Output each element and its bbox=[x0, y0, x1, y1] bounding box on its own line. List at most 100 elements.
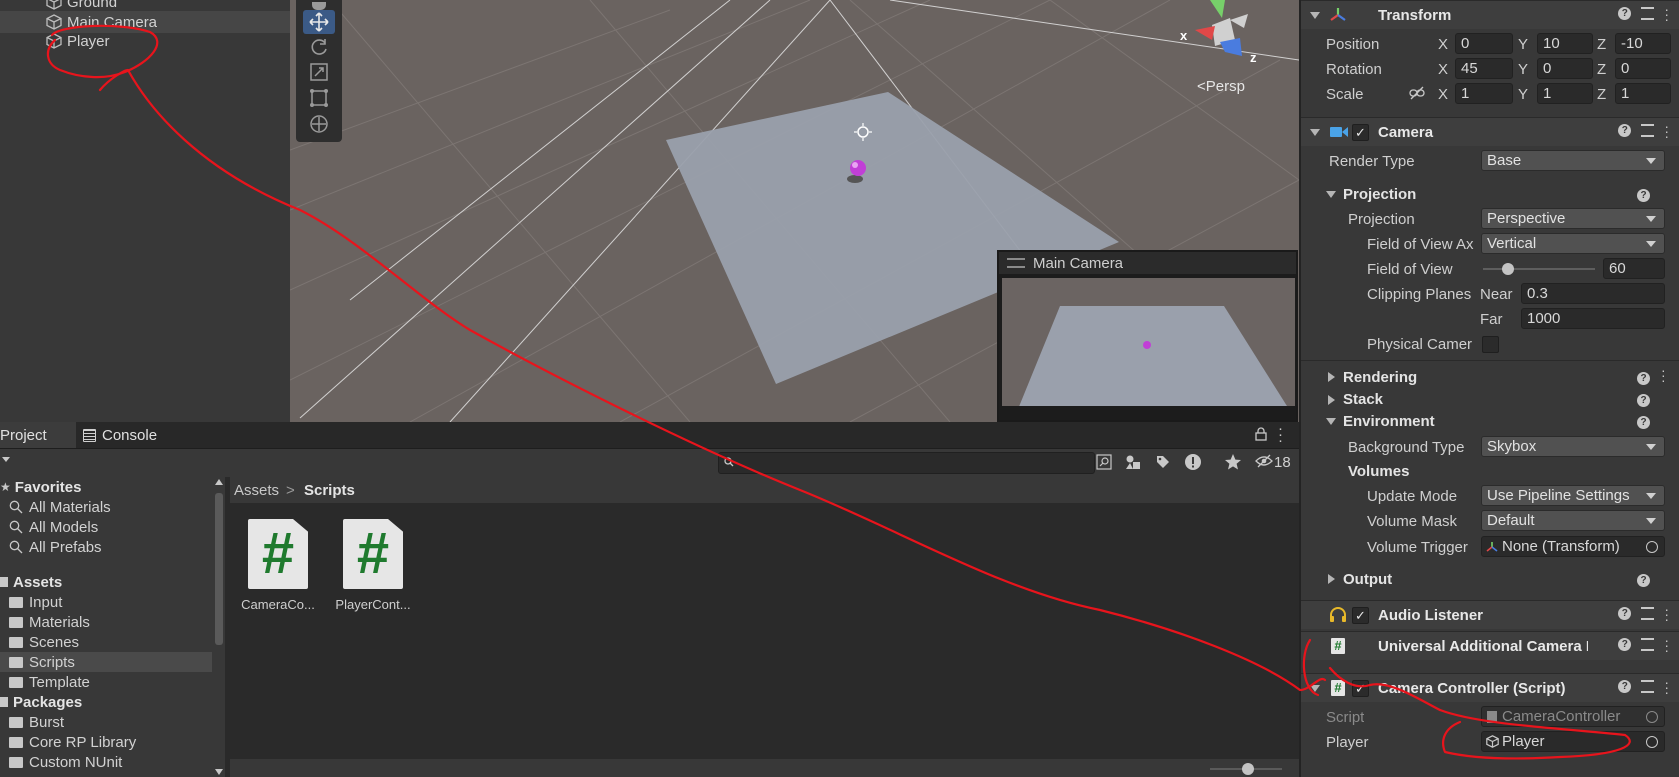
orientation-gizmo[interactable] bbox=[1195, 0, 1248, 56]
constrain-proportions-link-icon[interactable] bbox=[1409, 86, 1425, 100]
tree-scrollbar[interactable] bbox=[215, 493, 223, 645]
tree-folder-core-rp-library[interactable]: Core RP Library bbox=[0, 732, 212, 752]
tree-folder-materials[interactable]: Materials bbox=[0, 612, 212, 632]
filter-by-label-icon[interactable] bbox=[1155, 454, 1171, 474]
asset-camera-controller-script[interactable]: # CameraCo... bbox=[230, 519, 326, 612]
help-icon[interactable]: ? bbox=[1637, 372, 1650, 385]
axis-x-label[interactable]: X bbox=[1438, 86, 1448, 103]
kebab-menu-icon[interactable]: · · · bbox=[1661, 363, 1666, 387]
position-y-field[interactable]: 10 bbox=[1537, 33, 1593, 54]
foldout-arrow-icon[interactable] bbox=[1328, 372, 1335, 382]
rotation-x-field[interactable]: 45 bbox=[1455, 58, 1513, 79]
tree-folder-scenes[interactable]: Scenes bbox=[0, 632, 212, 652]
tree-folder-custom-nunit[interactable]: Custom NUnit bbox=[0, 752, 212, 772]
scale-z-field[interactable]: 1 bbox=[1615, 83, 1671, 104]
favorite-star-icon[interactable] bbox=[1224, 453, 1242, 475]
tree-all-materials[interactable]: All Materials bbox=[0, 497, 212, 517]
axis-x-label[interactable]: X bbox=[1438, 61, 1448, 78]
scale-tool-button[interactable] bbox=[303, 60, 335, 84]
tree-folder-scripts[interactable]: Scripts bbox=[0, 652, 212, 672]
object-picker-icon[interactable] bbox=[1646, 736, 1658, 748]
output-section-header[interactable]: Output bbox=[1343, 571, 1392, 588]
help-icon[interactable]: ? bbox=[1618, 607, 1632, 620]
axis-y-label[interactable]: Y bbox=[1518, 36, 1528, 53]
near-clip-field[interactable]: 0.3 bbox=[1521, 283, 1665, 304]
tree-packages[interactable]: Packages bbox=[0, 692, 212, 712]
filter-by-type-icon[interactable] bbox=[1125, 454, 1141, 474]
fov-slider-knob[interactable] bbox=[1501, 263, 1514, 275]
axis-z-label[interactable]: Z bbox=[1597, 61, 1606, 78]
scale-x-field[interactable]: 1 bbox=[1455, 83, 1513, 104]
environment-section-header[interactable]: Environment bbox=[1343, 413, 1435, 430]
help-icon[interactable]: ? bbox=[1618, 680, 1632, 693]
player-sphere[interactable] bbox=[850, 160, 866, 176]
rendering-section-header[interactable]: Rendering bbox=[1343, 369, 1417, 386]
volume-trigger-object-field[interactable]: None (Transform) bbox=[1481, 536, 1665, 557]
axis-y-label[interactable]: Y bbox=[1518, 86, 1528, 103]
render-type-dropdown[interactable]: Base bbox=[1481, 150, 1665, 171]
hidden-packages-icon[interactable] bbox=[1255, 454, 1273, 472]
kebab-menu-icon[interactable]: · · · bbox=[1664, 675, 1669, 699]
preset-sliders-icon[interactable] bbox=[1641, 7, 1655, 20]
tree-assets[interactable]: Assets bbox=[0, 572, 212, 592]
tab-console[interactable]: Console bbox=[80, 422, 180, 448]
tree-folder-template[interactable]: Template bbox=[0, 672, 212, 692]
tree-all-models[interactable]: All Models bbox=[0, 517, 212, 537]
axis-z-label[interactable]: Z bbox=[1597, 36, 1606, 53]
kebab-menu-icon[interactable]: · · · bbox=[1278, 421, 1283, 448]
rotate-tool-button[interactable] bbox=[303, 35, 335, 59]
help-icon[interactable]: ? bbox=[1637, 416, 1650, 429]
foldout-arrow-icon[interactable] bbox=[1326, 191, 1336, 198]
position-z-field[interactable]: -10 bbox=[1615, 33, 1671, 54]
camera-enabled-checkbox[interactable]: ✓ bbox=[1352, 124, 1369, 141]
camera-controller-enabled-checkbox[interactable]: ✓ bbox=[1352, 680, 1369, 697]
position-x-field[interactable]: 0 bbox=[1455, 33, 1513, 54]
kebab-menu-icon[interactable]: · · · bbox=[1664, 633, 1669, 657]
project-search-input[interactable] bbox=[718, 452, 1095, 474]
asset-player-controller-script[interactable]: # PlayerCont... bbox=[325, 519, 421, 612]
component-camera-header[interactable]: ✓ Camera ? · · · bbox=[1301, 117, 1679, 146]
background-type-dropdown[interactable]: Skybox bbox=[1481, 436, 1665, 457]
scale-y-field[interactable]: 1 bbox=[1537, 83, 1593, 104]
rotation-y-field[interactable]: 0 bbox=[1537, 58, 1593, 79]
foldout-arrow-icon[interactable] bbox=[1310, 685, 1320, 692]
foldout-arrow-icon[interactable] bbox=[1310, 129, 1320, 136]
kebab-menu-icon[interactable]: · · · bbox=[1664, 119, 1669, 143]
foldout-arrow-icon[interactable] bbox=[1310, 12, 1320, 19]
foldout-arrow-icon[interactable] bbox=[1328, 395, 1335, 405]
transform-tool-button[interactable] bbox=[303, 112, 335, 136]
lock-icon[interactable] bbox=[1254, 427, 1268, 445]
fov-axis-dropdown[interactable]: Vertical bbox=[1481, 233, 1665, 254]
preset-sliders-icon[interactable] bbox=[1641, 607, 1655, 620]
scroll-up-arrow-icon[interactable] bbox=[215, 479, 223, 485]
player-object-field[interactable]: Player bbox=[1481, 731, 1665, 752]
component-transform-header[interactable]: Transform ? · · · bbox=[1301, 0, 1679, 29]
fov-slider-track[interactable] bbox=[1483, 268, 1595, 270]
far-clip-field[interactable]: 1000 bbox=[1521, 308, 1665, 329]
tree-favorites[interactable]: ★ Favorites bbox=[0, 477, 212, 497]
breadcrumb-scripts[interactable]: Scripts bbox=[304, 482, 355, 499]
breadcrumb-assets[interactable]: Assets bbox=[234, 482, 279, 499]
warning-filter-icon[interactable] bbox=[1184, 453, 1202, 475]
stack-section-header[interactable]: Stack bbox=[1343, 391, 1383, 408]
help-icon[interactable]: ? bbox=[1618, 7, 1632, 20]
axis-x-label[interactable]: X bbox=[1438, 36, 1448, 53]
object-picker-icon[interactable] bbox=[1646, 541, 1658, 553]
help-icon[interactable]: ? bbox=[1637, 189, 1650, 202]
projection-section-header[interactable]: Projection bbox=[1343, 186, 1416, 203]
preset-sliders-icon[interactable] bbox=[1641, 680, 1655, 693]
tree-folder-input[interactable]: Input bbox=[0, 592, 212, 612]
projection-dropdown[interactable]: Perspective bbox=[1481, 208, 1665, 229]
update-mode-dropdown[interactable]: Use Pipeline Settings bbox=[1481, 485, 1665, 506]
preset-sliders-icon[interactable] bbox=[1641, 124, 1655, 137]
tab-project[interactable]: Project bbox=[0, 422, 76, 448]
foldout-arrow-icon[interactable] bbox=[1326, 418, 1336, 425]
search-scope-icon[interactable] bbox=[1096, 454, 1112, 474]
component-camera-controller-header[interactable]: # ✓ Camera Controller (Script) ? · · · bbox=[1301, 673, 1679, 702]
audio-listener-enabled-checkbox[interactable]: ✓ bbox=[1352, 607, 1369, 624]
physical-camera-checkbox[interactable] bbox=[1482, 336, 1499, 353]
component-audio-listener-header[interactable]: ✓ Audio Listener ? · · · bbox=[1301, 600, 1679, 629]
axis-y-label[interactable]: Y bbox=[1518, 61, 1528, 78]
rotation-z-field[interactable]: 0 bbox=[1615, 58, 1671, 79]
move-tool-button[interactable] bbox=[303, 10, 335, 34]
